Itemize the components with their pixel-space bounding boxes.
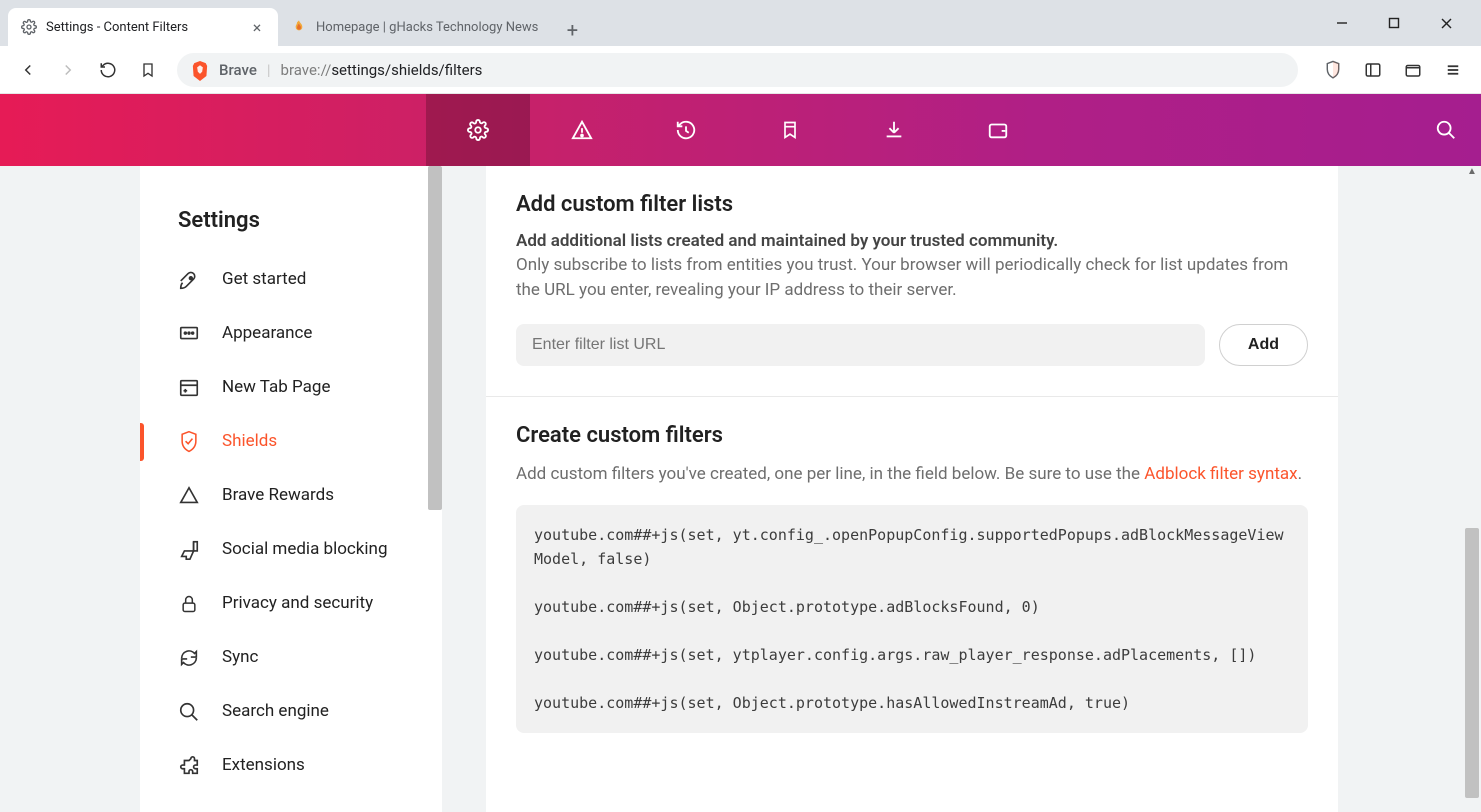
category-tab-wallet[interactable]	[946, 94, 1050, 166]
tab-title: Homepage | gHacks Technology News	[316, 20, 538, 35]
appearance-icon	[178, 323, 200, 345]
category-tab-history[interactable]	[634, 94, 738, 166]
sidebar-item-get-started[interactable]: Get started	[140, 253, 442, 307]
shields-button[interactable]	[1315, 52, 1351, 88]
divider	[486, 396, 1338, 397]
section-title-add-lists: Add custom filter lists	[516, 192, 1308, 217]
sidebar-item-shields[interactable]: Shields	[140, 415, 442, 469]
category-tab-settings[interactable]	[426, 94, 530, 166]
close-icon[interactable]: ×	[248, 18, 266, 36]
sidebar-item-label: Extensions	[222, 756, 404, 776]
sidebar-item-new-tab-page[interactable]: New Tab Page	[140, 361, 442, 415]
settings-category-bar	[0, 94, 1481, 166]
flame-icon	[290, 18, 308, 36]
page-scroll-up[interactable]: ▲	[1465, 166, 1479, 177]
section-description: Add custom filters you've created, one p…	[516, 462, 1308, 487]
toolbar: Brave | brave://settings/shields/filters	[0, 46, 1481, 94]
rewards-icon	[178, 485, 200, 507]
maximize-button[interactable]	[1371, 6, 1417, 40]
back-button[interactable]	[10, 52, 46, 88]
url-text: brave://settings/shields/filters	[281, 61, 483, 79]
filter-list-url-input[interactable]	[516, 324, 1205, 366]
page-scrollbar-thumb[interactable]	[1465, 528, 1479, 798]
puzzle-icon	[178, 755, 200, 777]
tab-strip: Settings - Content Filters × Homepage | …	[0, 0, 1481, 46]
sidebar-item-label: Search engine	[222, 702, 404, 722]
sidebar-item-social-media-blocking[interactable]: Social media blocking	[140, 523, 442, 577]
sidebar-item-label: Social media blocking	[222, 540, 404, 560]
settings-search-button[interactable]	[1435, 119, 1457, 141]
shield-icon	[178, 431, 200, 453]
bookmark-button[interactable]	[130, 52, 166, 88]
tab-title: Settings - Content Filters	[46, 20, 240, 35]
section-lead: Add additional lists created and maintai…	[516, 231, 1308, 251]
minimize-button[interactable]	[1319, 6, 1365, 40]
sidebar-item-privacy-security[interactable]: Privacy and security	[140, 577, 442, 631]
reload-button[interactable]	[90, 52, 126, 88]
sidebar-item-label: Privacy and security	[222, 594, 404, 614]
settings-sidebar: Settings Get started Appearance New Tab …	[140, 166, 442, 812]
sidebar-item-label: Brave Rewards	[222, 486, 404, 506]
sidebar-item-sync[interactable]: Sync	[140, 631, 442, 685]
lock-icon	[178, 593, 200, 615]
category-tab-bookmarks[interactable]	[738, 94, 842, 166]
category-tab-downloads[interactable]	[842, 94, 946, 166]
main-panel: Add custom filter lists Add additional l…	[486, 166, 1338, 812]
new-tab-button[interactable]: +	[556, 14, 588, 46]
section-title-create-filters: Create custom filters	[516, 423, 1308, 448]
menu-button[interactable]	[1435, 52, 1471, 88]
category-tab-warning[interactable]	[530, 94, 634, 166]
sidebar-item-label: Appearance	[222, 324, 404, 344]
forward-button[interactable]	[50, 52, 86, 88]
newtab-icon	[178, 377, 200, 399]
sidebar-item-brave-rewards[interactable]: Brave Rewards	[140, 469, 442, 523]
sidebar-item-label: Get started	[222, 270, 404, 290]
sidebar-item-label: New Tab Page	[222, 378, 404, 398]
adblock-syntax-link[interactable]: Adblock filter syntax	[1144, 464, 1297, 484]
wallet-button[interactable]	[1395, 52, 1431, 88]
window-controls	[1307, 0, 1481, 46]
address-bar[interactable]: Brave | brave://settings/shields/filters	[176, 52, 1299, 88]
sidebar-item-search-engine[interactable]: Search engine	[140, 685, 442, 739]
gear-icon	[20, 18, 38, 36]
sidebar-heading: Settings	[140, 194, 442, 253]
sync-icon	[178, 647, 200, 669]
search-icon	[178, 701, 200, 723]
separator: |	[267, 61, 271, 79]
thumbs-down-icon	[178, 539, 200, 561]
window-close-button[interactable]	[1423, 6, 1469, 40]
sidebar-item-appearance[interactable]: Appearance	[140, 307, 442, 361]
brave-logo-icon	[191, 61, 209, 79]
add-button[interactable]: Add	[1219, 324, 1308, 366]
sidebar-item-label: Sync	[222, 648, 404, 668]
sidebar-item-extensions[interactable]: Extensions	[140, 739, 442, 793]
content-area: Settings Get started Appearance New Tab …	[0, 166, 1481, 812]
sidebar-toggle-button[interactable]	[1355, 52, 1391, 88]
browser-tab-active[interactable]: Settings - Content Filters ×	[8, 8, 278, 46]
browser-tab[interactable]: Homepage | gHacks Technology News	[278, 8, 550, 46]
section-description: Only subscribe to lists from entities yo…	[516, 253, 1308, 302]
site-identity: Brave	[219, 61, 257, 79]
custom-filters-textarea[interactable]: youtube.com##+js(set, yt.config_.openPop…	[516, 505, 1308, 733]
sidebar-item-label: Shields	[222, 432, 404, 452]
rocket-icon	[178, 269, 200, 291]
